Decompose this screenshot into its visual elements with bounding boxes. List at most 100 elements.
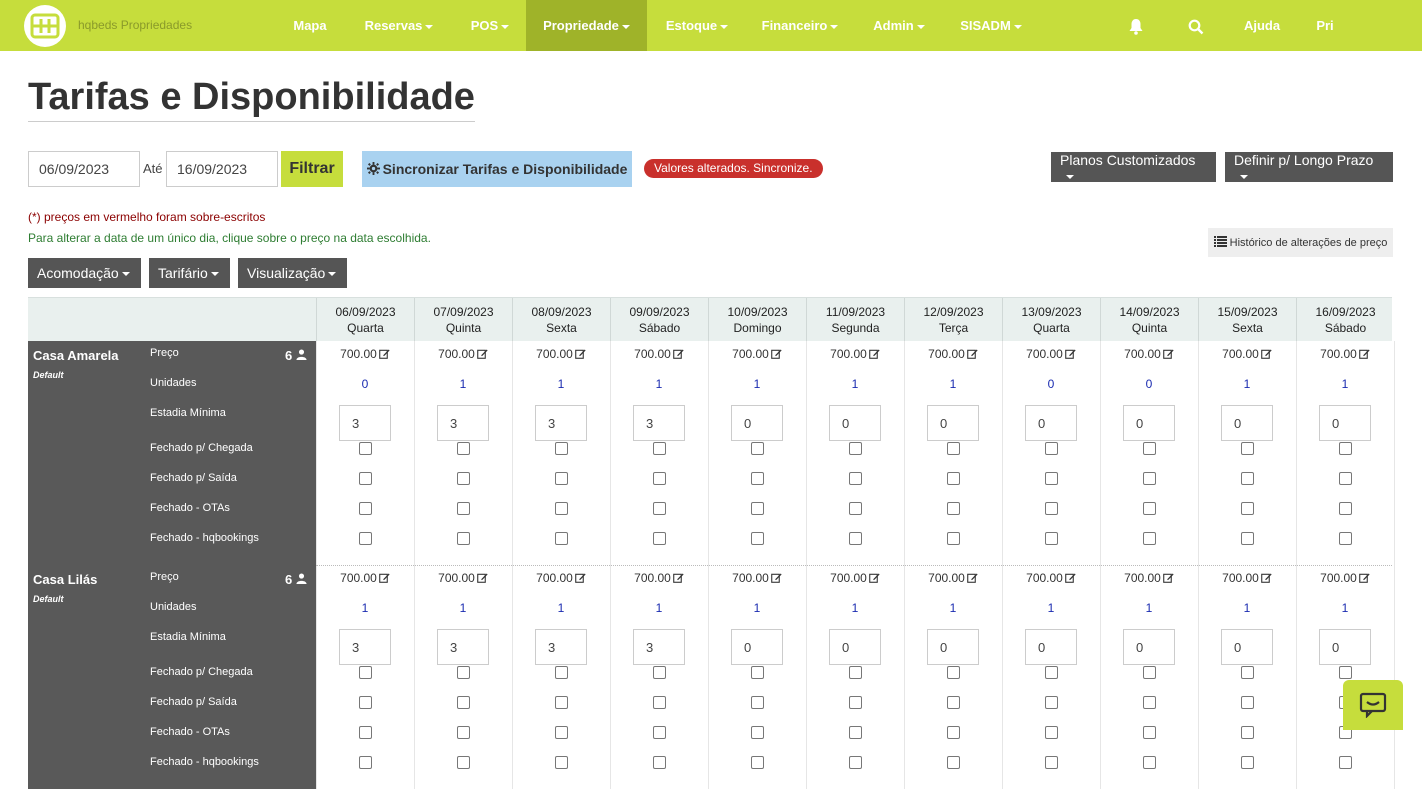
min-stay-input[interactable] <box>927 629 979 665</box>
price-cell[interactable]: 700.00 <box>316 347 414 361</box>
price-cell[interactable]: 700.00 <box>904 347 1002 361</box>
units-value[interactable]: 1 <box>1296 601 1394 615</box>
fechado-hq-checkbox[interactable] <box>1338 756 1352 769</box>
fechado-hq-checkbox[interactable] <box>946 532 960 545</box>
price-cell[interactable]: 700.00 <box>610 571 708 585</box>
units-value[interactable]: 1 <box>1002 601 1100 615</box>
price-cell[interactable]: 700.00 <box>708 571 806 585</box>
min-stay-input[interactable] <box>1221 629 1273 665</box>
units-value[interactable]: 1 <box>708 377 806 391</box>
fechado-hq-checkbox[interactable] <box>652 756 666 769</box>
fechado-saida-checkbox[interactable] <box>456 472 470 485</box>
fechado-otas-checkbox[interactable] <box>456 726 470 739</box>
min-stay-input[interactable] <box>1025 405 1077 441</box>
fechado-otas-checkbox[interactable] <box>946 502 960 515</box>
fechado-otas-checkbox[interactable] <box>358 502 372 515</box>
fechado-hq-checkbox[interactable] <box>358 756 372 769</box>
units-value[interactable]: 1 <box>512 377 610 391</box>
chat-button[interactable] <box>1343 680 1403 730</box>
fechado-hq-checkbox[interactable] <box>456 532 470 545</box>
fechado-hq-checkbox[interactable] <box>1142 532 1156 545</box>
fechado-chegada-checkbox[interactable] <box>652 442 666 455</box>
units-value[interactable]: 1 <box>708 601 806 615</box>
nav-item-estoque[interactable]: Estoque <box>652 0 742 51</box>
price-cell[interactable]: 700.00 <box>1100 571 1198 585</box>
fechado-otas-checkbox[interactable] <box>1044 502 1058 515</box>
fechado-otas-checkbox[interactable] <box>1240 502 1254 515</box>
room-name[interactable]: Casa Amarela <box>33 348 119 363</box>
room-name[interactable]: Casa Lilás <box>33 572 97 587</box>
fechado-chegada-checkbox[interactable] <box>1338 442 1352 455</box>
price-cell[interactable]: 700.00 <box>414 571 512 585</box>
fechado-saida-checkbox[interactable] <box>652 472 666 485</box>
fechado-saida-checkbox[interactable] <box>946 472 960 485</box>
price-cell[interactable]: 700.00 <box>708 347 806 361</box>
fechado-hq-checkbox[interactable] <box>652 532 666 545</box>
fechado-saida-checkbox[interactable] <box>358 472 372 485</box>
units-value[interactable]: 1 <box>1296 377 1394 391</box>
fechado-chegada-checkbox[interactable] <box>946 442 960 455</box>
min-stay-input[interactable] <box>1319 629 1371 665</box>
fechado-chegada-checkbox[interactable] <box>456 666 470 679</box>
fechado-saida-checkbox[interactable] <box>848 472 862 485</box>
fechado-otas-checkbox[interactable] <box>554 502 568 515</box>
fechado-otas-checkbox[interactable] <box>848 726 862 739</box>
fechado-otas-checkbox[interactable] <box>358 726 372 739</box>
fechado-saida-checkbox[interactable] <box>848 696 862 709</box>
user-menu[interactable]: Pri <box>1308 0 1342 51</box>
fechado-hq-checkbox[interactable] <box>1240 532 1254 545</box>
fechado-chegada-checkbox[interactable] <box>1338 666 1352 679</box>
min-stay-input[interactable] <box>633 629 685 665</box>
units-value[interactable]: 1 <box>512 601 610 615</box>
price-cell[interactable]: 700.00 <box>512 347 610 361</box>
fechado-chegada-checkbox[interactable] <box>1142 442 1156 455</box>
price-cell[interactable]: 700.00 <box>806 571 904 585</box>
min-stay-input[interactable] <box>437 405 489 441</box>
sync-button[interactable]: Sincronizar Tarifas e Disponibilidade <box>362 151 632 187</box>
units-value[interactable]: 1 <box>1100 601 1198 615</box>
fechado-chegada-checkbox[interactable] <box>1240 442 1254 455</box>
fechado-chegada-checkbox[interactable] <box>1240 666 1254 679</box>
fechado-hq-checkbox[interactable] <box>750 532 764 545</box>
units-value[interactable]: 1 <box>610 377 708 391</box>
fechado-hq-checkbox[interactable] <box>1044 532 1058 545</box>
fechado-hq-checkbox[interactable] <box>848 532 862 545</box>
custom-plans-dropdown[interactable]: Planos Customizados <box>1051 152 1216 182</box>
notifications-button[interactable] <box>1120 0 1152 51</box>
fechado-hq-checkbox[interactable] <box>1338 532 1352 545</box>
date-from-input[interactable] <box>28 151 140 187</box>
fechado-chegada-checkbox[interactable] <box>456 442 470 455</box>
fechado-chegada-checkbox[interactable] <box>358 666 372 679</box>
price-cell[interactable]: 700.00 <box>610 347 708 361</box>
nav-item-admin[interactable]: Admin <box>860 0 938 51</box>
min-stay-input[interactable] <box>1025 629 1077 665</box>
fechado-hq-checkbox[interactable] <box>358 532 372 545</box>
price-cell[interactable]: 700.00 <box>806 347 904 361</box>
units-value[interactable]: 1 <box>610 601 708 615</box>
fechado-hq-checkbox[interactable] <box>554 756 568 769</box>
fechado-chegada-checkbox[interactable] <box>750 666 764 679</box>
min-stay-input[interactable] <box>829 629 881 665</box>
fechado-hq-checkbox[interactable] <box>1142 756 1156 769</box>
fechado-chegada-checkbox[interactable] <box>554 666 568 679</box>
fechado-chegada-checkbox[interactable] <box>652 666 666 679</box>
price-history-button[interactable]: Histórico de alterações de preço <box>1208 228 1393 257</box>
price-cell[interactable]: 700.00 <box>1198 347 1296 361</box>
fechado-chegada-checkbox[interactable] <box>358 442 372 455</box>
min-stay-input[interactable] <box>437 629 489 665</box>
fechado-otas-checkbox[interactable] <box>750 726 764 739</box>
fechado-saida-checkbox[interactable] <box>1142 472 1156 485</box>
units-value[interactable]: 1 <box>806 377 904 391</box>
fechado-chegada-checkbox[interactable] <box>848 666 862 679</box>
fechado-chegada-checkbox[interactable] <box>750 442 764 455</box>
filter-button[interactable]: Filtrar <box>281 151 343 187</box>
units-value[interactable]: 1 <box>904 377 1002 391</box>
long-term-dropdown[interactable]: Definir p/ Longo Prazo <box>1225 152 1393 182</box>
price-cell[interactable]: 700.00 <box>1100 347 1198 361</box>
fechado-saida-checkbox[interactable] <box>1142 696 1156 709</box>
fechado-otas-checkbox[interactable] <box>750 502 764 515</box>
fechado-saida-checkbox[interactable] <box>750 472 764 485</box>
fechado-saida-checkbox[interactable] <box>1240 696 1254 709</box>
fechado-hq-checkbox[interactable] <box>1044 756 1058 769</box>
logo[interactable] <box>24 5 66 47</box>
